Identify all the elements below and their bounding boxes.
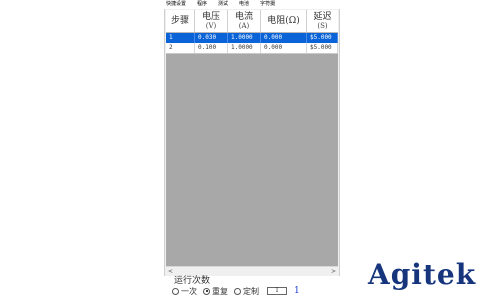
radio-once-label: 一次: [181, 286, 197, 296]
menu-bar: 快捷设置 程序 测试 电池 字符摄: [166, 0, 338, 9]
menu-battery[interactable]: 电池: [239, 0, 249, 9]
radio-once[interactable]: 一次: [172, 286, 197, 297]
run-mode-group: 一次 重复 定制 1 1: [172, 286, 300, 296]
column-unit: (V): [205, 21, 217, 30]
menu-quick-settings[interactable]: 快捷设置: [166, 0, 186, 9]
cell-step[interactable]: 1: [166, 33, 195, 43]
program-panel: 步骤 电压 (V) 电流 (A) 电阻(Ω) 延迟 (S) 1 0.030 1.…: [164, 9, 340, 276]
table-row[interactable]: 1 0.030 1.0000 0.000 $5.000: [166, 33, 338, 43]
column-label: 电阻(Ω): [267, 15, 300, 26]
menu-test[interactable]: 测试: [218, 0, 228, 9]
cell-current[interactable]: 1.0000: [228, 43, 261, 53]
column-label: 延迟: [313, 11, 332, 22]
cell-voltage[interactable]: 0.030: [195, 33, 228, 43]
table-header: 步骤 电压 (V) 电流 (A) 电阻(Ω) 延迟 (S): [166, 10, 338, 33]
column-label: 电压: [201, 11, 220, 22]
column-label: 步骤: [170, 15, 189, 26]
scroll-left-icon[interactable]: <: [166, 267, 175, 276]
table-row[interactable]: 2 0.100 1.0000 0.000 $5.000: [166, 43, 338, 54]
column-header-step[interactable]: 步骤: [166, 10, 195, 32]
horizontal-scrollbar[interactable]: < >: [166, 266, 338, 276]
column-header-current[interactable]: 电流 (A): [228, 10, 261, 32]
run-count-label: 运行次数: [174, 276, 211, 286]
column-unit: (A): [238, 21, 250, 30]
cell-voltage[interactable]: 0.100: [195, 43, 228, 53]
column-unit: (S): [317, 21, 328, 30]
custom-count-input[interactable]: 1: [267, 287, 287, 295]
radio-custom-label: 定制: [243, 286, 259, 296]
scroll-right-icon[interactable]: >: [329, 267, 338, 276]
cell-resistance[interactable]: 0.000: [261, 33, 307, 43]
run-count-value: 1: [294, 286, 300, 296]
radio-custom-icon[interactable]: [234, 287, 241, 295]
cell-delay[interactable]: $5.000: [307, 43, 338, 53]
column-label: 电流: [234, 11, 253, 22]
menu-program[interactable]: 程序: [197, 0, 207, 9]
radio-repeat[interactable]: 重复: [203, 286, 228, 297]
cell-delay[interactable]: $5.000: [307, 33, 338, 43]
radio-custom[interactable]: 定制: [234, 286, 259, 297]
column-header-delay[interactable]: 延迟 (S): [307, 10, 338, 32]
radio-repeat-icon[interactable]: [203, 287, 210, 295]
agitek-logo: Agitek: [368, 258, 477, 291]
menu-character[interactable]: 字符摄: [260, 0, 275, 9]
column-header-voltage[interactable]: 电压 (V): [195, 10, 228, 32]
radio-once-icon[interactable]: [172, 287, 179, 295]
column-header-resistance[interactable]: 电阻(Ω): [261, 10, 307, 32]
cell-current[interactable]: 1.0000: [228, 33, 261, 43]
cell-step[interactable]: 2: [166, 43, 195, 53]
cell-resistance[interactable]: 0.000: [261, 43, 307, 53]
radio-repeat-label: 重复: [212, 286, 228, 296]
step-table[interactable]: 步骤 电压 (V) 电流 (A) 电阻(Ω) 延迟 (S) 1 0.030 1.…: [166, 10, 338, 266]
